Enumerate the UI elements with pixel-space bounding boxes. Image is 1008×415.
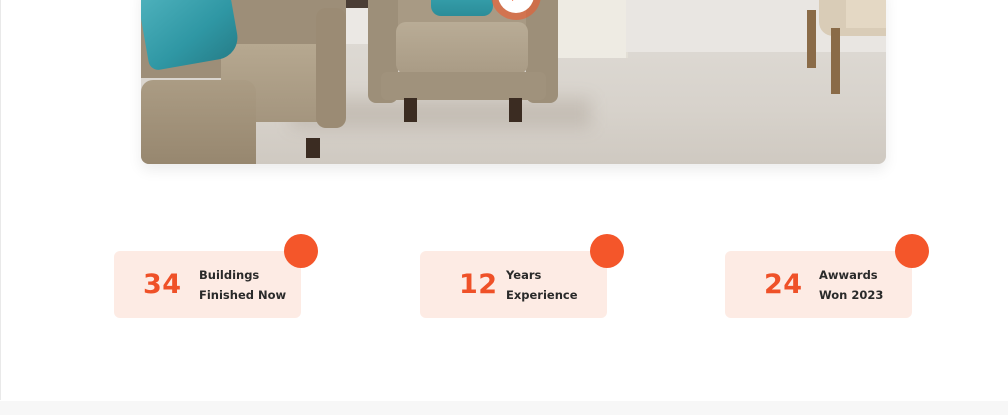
- stat-number: 34: [143, 269, 182, 300]
- stat-label: Awwards Won 2023: [819, 268, 884, 302]
- play-icon: [512, 0, 514, 1]
- stat-card-awards: 24 Awwards Won 2023: [725, 234, 929, 318]
- next-section-band: [0, 401, 1008, 415]
- stat-label: Years Experience: [506, 268, 578, 302]
- accent-dot-icon: [590, 234, 624, 268]
- page-left-border: [0, 0, 1, 400]
- stat-card-experience: 12 Years Experience: [420, 234, 624, 318]
- hero-photo: [141, 0, 886, 164]
- accent-dot-icon: [895, 234, 929, 268]
- stat-label: Buildings Finished Now: [199, 268, 287, 302]
- stat-number: 24: [764, 269, 803, 300]
- accent-dot-icon: [284, 234, 318, 268]
- stat-card-buildings: 34 Buildings Finished Now: [114, 234, 318, 318]
- stat-number: 12: [459, 269, 498, 300]
